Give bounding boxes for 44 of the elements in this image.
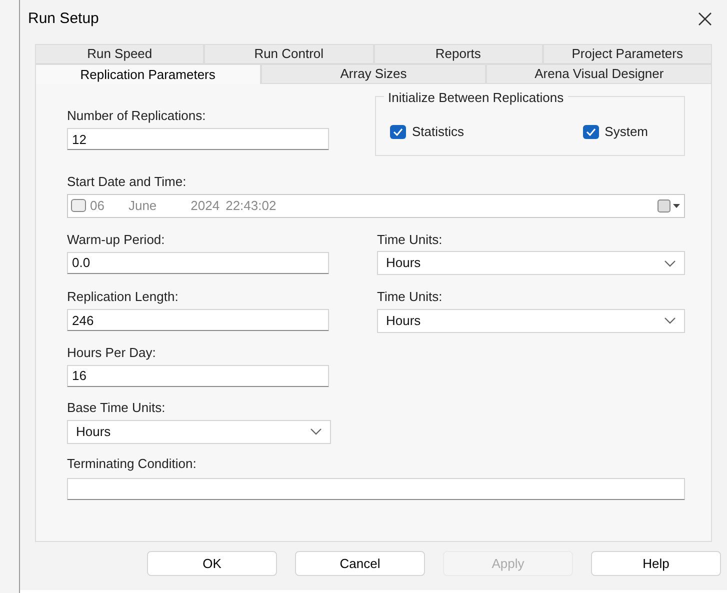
tab[interactable]: Replication Parameters — [35, 64, 261, 84]
tab[interactable]: Run Control — [204, 44, 374, 64]
chevron-down-icon — [664, 260, 676, 266]
date-year: 2024 — [190, 196, 220, 215]
text-field[interactable]: 16 — [67, 364, 329, 386]
checkbox[interactable] — [582, 124, 599, 139]
dropdown[interactable]: Hours — [377, 251, 685, 275]
checkmark-icon — [586, 128, 596, 136]
calendar-dropdown-icon — [657, 198, 681, 212]
text-field[interactable] — [67, 478, 685, 500]
tab[interactable]: Arena Visual Designer — [486, 64, 712, 84]
dialog-button[interactable]: Help — [591, 551, 721, 576]
text-field[interactable]: 246 — [67, 309, 329, 331]
field-label: Replication Length: — [67, 288, 180, 306]
checkmark-icon — [393, 128, 403, 136]
field-label: Terminating Condition: — [67, 454, 198, 473]
checkbox-label: System — [604, 123, 648, 141]
field-label: Hours Per Day: — [67, 344, 157, 362]
dropdown[interactable]: Hours — [67, 420, 331, 444]
tab[interactable]: Run Speed — [35, 44, 204, 64]
tab[interactable]: Project Parameters — [542, 44, 712, 64]
text-field[interactable]: 0.0 — [67, 252, 329, 274]
date-day: 06 — [90, 196, 104, 216]
field-label: Time Units: — [377, 230, 444, 248]
time-value: 22:43:02 — [226, 196, 276, 215]
field-label: Time Units: — [377, 288, 444, 306]
chevron-down-icon — [664, 317, 676, 324]
date-month: June — [128, 196, 157, 215]
dialog-button[interactable]: Cancel — [295, 551, 425, 576]
text-field[interactable]: 12 — [67, 128, 329, 150]
field-label: Warm-up Period: — [67, 230, 166, 249]
field-label: Base Time Units: — [67, 399, 166, 417]
checkbox[interactable] — [71, 199, 86, 212]
dropdown[interactable]: Hours — [377, 308, 685, 332]
tab[interactable]: Reports — [374, 44, 543, 64]
window-title: Run Setup — [28, 8, 99, 29]
checkbox-label: Statistics — [412, 123, 464, 141]
tab[interactable]: Array Sizes — [260, 64, 486, 84]
dialog-button[interactable]: OK — [147, 551, 277, 576]
checkbox[interactable] — [390, 124, 406, 139]
field-label: Number of Replications: — [67, 107, 207, 125]
date-time-picker[interactable]: 06 June 2024 22:43:02 — [67, 194, 685, 218]
chevron-down-icon — [310, 428, 322, 435]
field-label: Start Date and Time: — [67, 173, 188, 191]
